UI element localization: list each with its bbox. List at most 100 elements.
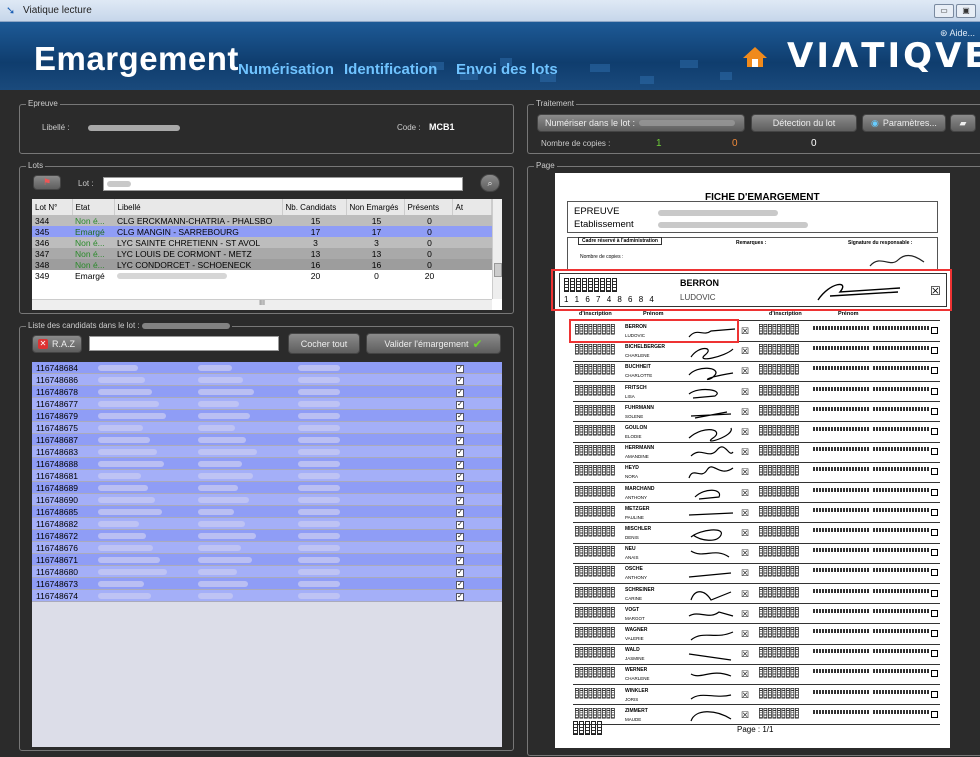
candidate-checkbox[interactable]: ✓ — [414, 457, 502, 470]
candidate-row[interactable]: 116748683 ✓ — [32, 445, 502, 458]
row-presence-mark: ☒ — [741, 528, 750, 538]
row-signature — [690, 446, 734, 457]
nav-identification[interactable]: Identification — [344, 61, 437, 78]
candidate-row[interactable]: 116748680 ✓ — [32, 565, 502, 578]
candidate-checkbox[interactable]: ✓ — [414, 385, 502, 398]
lot-row-selected[interactable]: 345 Emargé CLG MANGIN - SARREBOURG 17 17… — [32, 226, 492, 237]
candidate-row[interactable]: 116748676 ✓ — [32, 541, 502, 554]
lot-row[interactable]: 349 Emargé 20 0 20 — [32, 270, 492, 281]
candidate-row[interactable]: 116748684 ✓ — [32, 362, 502, 374]
lot-search-button[interactable]: ⌕ — [480, 174, 500, 192]
col-non-emarges[interactable]: Non Emargés — [346, 199, 405, 215]
candidate-row[interactable]: 116748682 ✓ — [32, 517, 502, 530]
col-etat[interactable]: Etat — [72, 199, 115, 215]
valider-emargement-button[interactable]: Valider l'émargement ✔ — [366, 333, 501, 354]
candidate-row[interactable]: 116748671 ✓ — [32, 553, 502, 566]
help-link[interactable]: ⊛ Aide... — [940, 28, 975, 39]
lot-libelle: LYC SAINTE CHRETIENN - ST AVOL — [117, 237, 261, 248]
checkbox-checked-icon: ✓ — [456, 485, 464, 493]
row-barcode — [575, 707, 615, 719]
candidate-row[interactable]: 116748677 ✓ — [32, 397, 502, 410]
candidate-row[interactable]: 116748687 ✓ — [32, 433, 502, 446]
candidate-checkbox[interactable]: ✓ — [414, 433, 502, 446]
lot-non: 17 — [371, 226, 382, 237]
numeriser-button[interactable]: Numériser dans le lot : — [537, 114, 745, 132]
col-at[interactable]: At — [452, 199, 492, 215]
candidate-row[interactable]: 116748673 ✓ — [32, 577, 502, 590]
col-presents[interactable]: Présents — [404, 199, 453, 215]
candidate-checkbox[interactable]: ✓ — [414, 481, 502, 494]
nav-envoi-lots[interactable]: Envoi des lots — [456, 61, 558, 78]
candidate-checkbox[interactable]: ✓ — [414, 529, 502, 542]
lots-hscrollbar[interactable]: III — [32, 299, 492, 310]
row-barcode — [575, 465, 615, 476]
row-masked-right-2 — [873, 487, 929, 492]
candidate-checkbox[interactable]: ✓ — [414, 565, 502, 578]
col-lot[interactable]: Lot N° — [32, 199, 73, 215]
candidate-checkbox[interactable]: ✓ — [414, 589, 502, 602]
detection-lot-button[interactable]: Détection du lot — [751, 114, 857, 132]
home-icon[interactable] — [742, 46, 768, 68]
candidate-checkbox[interactable]: ✓ — [414, 517, 502, 530]
row-empty-box — [931, 347, 938, 355]
candidate-row[interactable]: 116748685 ✓ — [32, 505, 502, 518]
candidate-checkbox[interactable]: ✓ — [414, 553, 502, 566]
lot-row[interactable]: 347 Non é... LYC LOUIS DE CORMONT - METZ… — [32, 248, 492, 259]
lot-row[interactable]: 346 Non é... LYC SAINTE CHRETIENN - ST A… — [32, 237, 492, 248]
candidate-nom-blurred — [94, 493, 194, 506]
candidate-checkbox[interactable]: ✓ — [414, 577, 502, 590]
candidate-checkbox[interactable]: ✓ — [414, 421, 502, 434]
candidate-checkbox[interactable]: ✓ — [414, 373, 502, 386]
row-presence-mark: ☒ — [741, 366, 750, 377]
sheet-nb-copies: Nombre de copies : — [580, 254, 624, 260]
candidate-checkbox[interactable]: ✓ — [414, 493, 502, 506]
lot-row[interactable]: 348 Non é... LYC CONDORCET - SCHOENECK 1… — [32, 259, 492, 270]
candidate-checkbox[interactable]: ✓ — [414, 445, 502, 458]
candidate-row[interactable]: 116748672 ✓ — [32, 529, 502, 542]
candidate-checkbox[interactable]: ✓ — [414, 469, 502, 482]
lot-nb: 20 — [310, 270, 321, 281]
candidate-checkbox[interactable]: ✓ — [414, 409, 502, 422]
candidate-row[interactable]: 116748690 ✓ — [32, 493, 502, 506]
candidate-checkbox[interactable]: ✓ — [414, 505, 502, 518]
col-libelle[interactable]: Libellé — [114, 199, 283, 215]
minimize-button[interactable]: ▭ — [934, 4, 954, 18]
candidate-row[interactable]: 116748678 ✓ — [32, 385, 502, 398]
candidate-checkbox[interactable]: ✓ — [414, 397, 502, 410]
candidate-row[interactable]: 116748688 ✓ — [32, 457, 502, 470]
row-barcode-right — [759, 546, 799, 557]
candidate-prenom-blurred — [194, 553, 294, 566]
lots-vscrollbar[interactable] — [492, 199, 502, 299]
row-signature — [690, 529, 722, 541]
candidate-row[interactable]: 116748675 ✓ — [32, 421, 502, 434]
row-prenom: ELODIE — [625, 434, 642, 439]
lot-row[interactable]: 344 Non é... CLG ERCKMANN-CHATRIA - PHAL… — [32, 215, 492, 226]
scanner-button[interactable]: ▰ — [950, 114, 976, 132]
row-masked-right-2 — [873, 366, 929, 371]
nav-numerisation[interactable]: Numérisation — [238, 61, 334, 78]
candidate-row[interactable]: 116748686 ✓ — [32, 373, 502, 386]
lot-search-input[interactable] — [103, 177, 463, 191]
search-icon: ⌕ — [487, 177, 493, 188]
candidate-checkbox[interactable]: ✓ — [414, 541, 502, 554]
candidate-row[interactable]: 116748679 ✓ — [32, 409, 502, 422]
parametres-button[interactable]: ◉ Paramètres... — [862, 114, 946, 132]
traitement-panel: Traitement Numériser dans le lot : Détec… — [527, 99, 980, 154]
lots-flag-button[interactable]: ⚑ — [33, 175, 61, 190]
candidate-search-input[interactable] — [89, 336, 279, 351]
candidate-checkbox[interactable]: ✓ — [414, 362, 502, 374]
candidate-row[interactable]: 116748681 ✓ — [32, 469, 502, 482]
col-nb-candidats[interactable]: Nb. Candidats — [282, 199, 347, 215]
candidate-row[interactable]: 116748674 ✓ — [32, 589, 502, 602]
row-nom: SCHREINER — [625, 586, 655, 593]
candidate-row[interactable]: 116748689 ✓ — [32, 481, 502, 494]
cocher-tout-button[interactable]: Cocher tout — [288, 333, 360, 354]
raz-button[interactable]: ✕ R.A.Z — [32, 335, 82, 353]
row-presence-mark: ☒ — [741, 487, 750, 498]
row-barcode-right — [759, 485, 799, 497]
maximize-button[interactable]: ▣ — [956, 4, 976, 18]
row-presence-mark: ☒ — [741, 326, 750, 336]
row-nom: HEYD — [625, 465, 639, 472]
scanned-sheet[interactable]: FICHE D'EMARGEMENT EPREUVE Etablissement… — [551, 173, 952, 748]
row-signature — [688, 388, 718, 399]
